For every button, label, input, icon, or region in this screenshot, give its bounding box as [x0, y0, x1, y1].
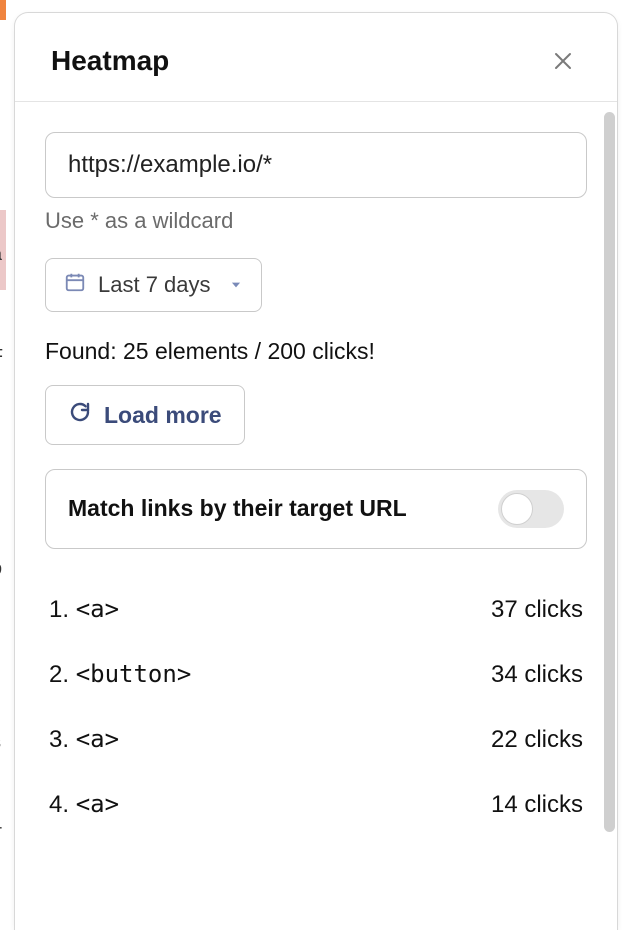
url-helper-text: Use * as a wildcard	[45, 208, 587, 234]
panel-header: Heatmap	[15, 13, 617, 102]
match-links-label: Match links by their target URL	[68, 492, 407, 525]
url-input[interactable]	[45, 132, 587, 198]
result-clicks: 22 clicks	[491, 726, 583, 754]
results-list: 1. <a> 37 clicks 2. <button> 34 clicks 3. <a…	[45, 577, 587, 837]
found-summary: Found: 25 elements / 200 clicks!	[45, 338, 587, 365]
result-element: 1. <a>	[49, 595, 119, 624]
result-clicks: 37 clicks	[491, 596, 583, 624]
panel-title: Heatmap	[51, 45, 169, 77]
result-tag: <a>	[76, 595, 119, 623]
result-row[interactable]: 1. <a> 37 clicks	[45, 577, 587, 642]
date-range-label: Last 7 days	[98, 272, 211, 298]
result-row[interactable]: 3. <a> 22 clicks	[45, 707, 587, 772]
date-range-select[interactable]: Last 7 days	[45, 258, 262, 312]
refresh-icon	[68, 400, 92, 430]
result-element: 4. <a>	[49, 790, 119, 819]
result-tag: <button>	[76, 660, 192, 688]
result-clicks: 14 clicks	[491, 791, 583, 819]
result-tag: <a>	[76, 790, 119, 818]
load-more-button[interactable]: Load more	[45, 385, 245, 445]
chevron-down-icon	[229, 272, 243, 298]
result-rank: 2.	[49, 661, 76, 688]
load-more-label: Load more	[104, 402, 222, 429]
result-rank: 3.	[49, 726, 76, 753]
match-links-toggle-card: Match links by their target URL	[45, 469, 587, 549]
close-button[interactable]	[545, 43, 581, 79]
calendar-icon	[64, 271, 86, 299]
result-row[interactable]: 2. <button> 34 clicks	[45, 642, 587, 707]
result-tag: <a>	[76, 725, 119, 753]
scrollbar[interactable]	[604, 112, 615, 832]
result-rank: 1.	[49, 596, 76, 623]
heatmap-panel: Heatmap Use * as a wildcard Last 7 days …	[14, 12, 618, 930]
toggle-knob	[501, 493, 533, 525]
result-row[interactable]: 4. <a> 14 clicks	[45, 772, 587, 837]
close-icon	[551, 49, 575, 73]
match-links-toggle[interactable]	[498, 490, 564, 528]
result-rank: 4.	[49, 791, 76, 818]
result-clicks: 34 clicks	[491, 661, 583, 689]
result-element: 2. <button>	[49, 660, 191, 689]
result-element: 3. <a>	[49, 725, 119, 754]
